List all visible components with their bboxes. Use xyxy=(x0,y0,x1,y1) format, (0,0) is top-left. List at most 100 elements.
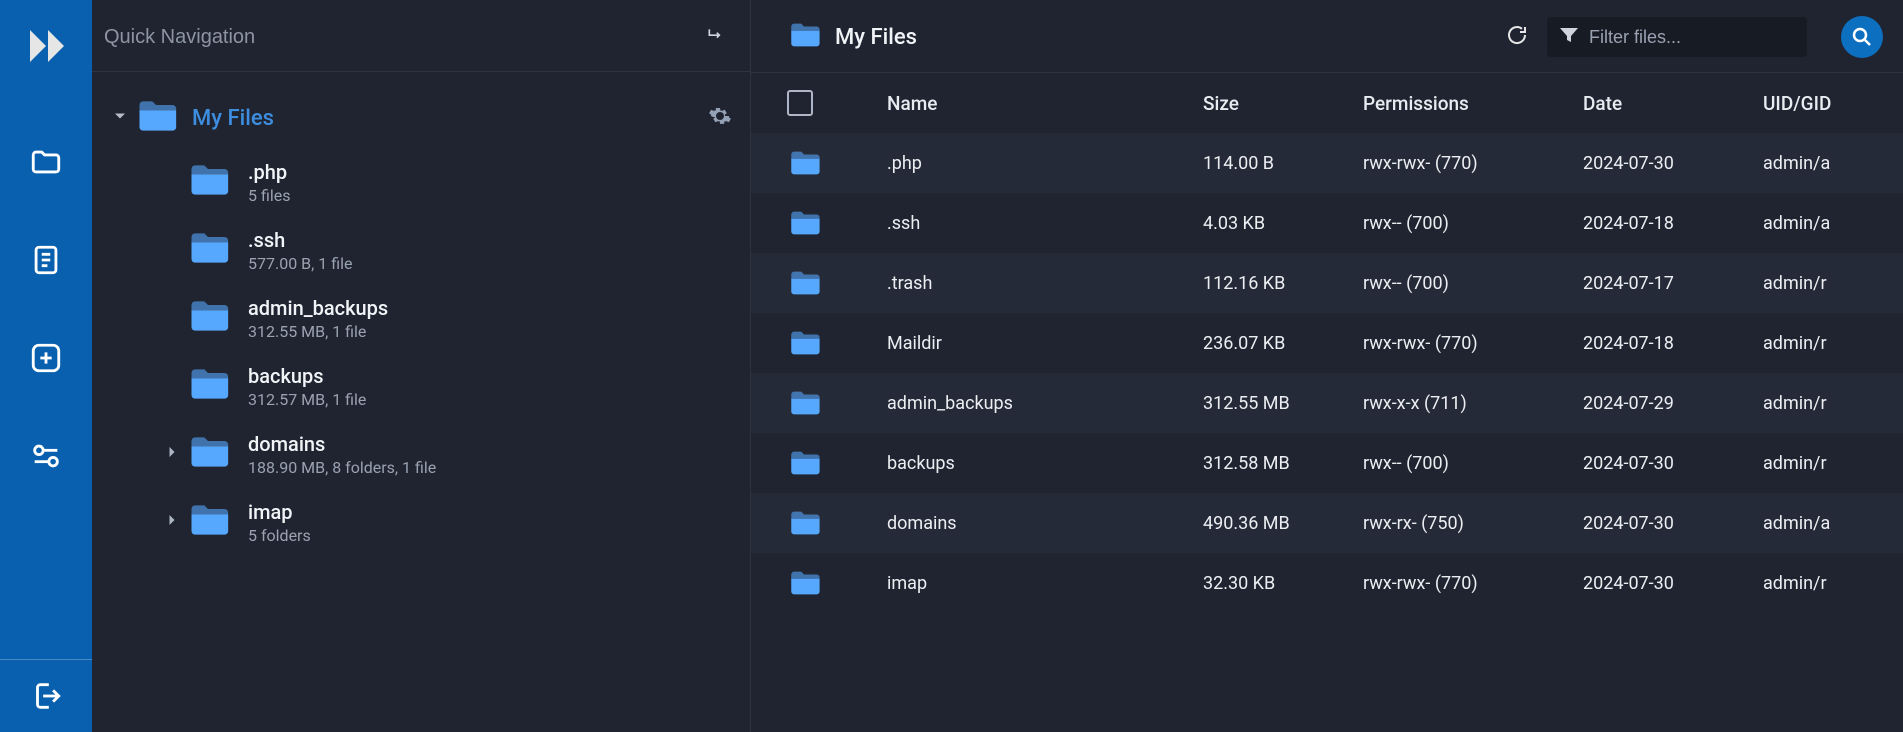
cell-size: 4.03 KB xyxy=(1203,213,1363,234)
tree-item-name: imap xyxy=(248,500,311,524)
folder-icon xyxy=(787,326,887,360)
nav-document-icon[interactable] xyxy=(28,242,64,278)
cell-perm: rwx-rwx- (770) xyxy=(1363,573,1583,594)
nav-files-icon[interactable] xyxy=(28,144,64,180)
cell-perm: rwx-rwx- (770) xyxy=(1363,153,1583,174)
caret-right-icon[interactable] xyxy=(162,442,182,466)
cell-uid: admin/r xyxy=(1763,273,1883,294)
nav-logout-icon[interactable] xyxy=(28,678,64,714)
enter-icon[interactable] xyxy=(700,26,732,50)
cell-perm: rwx-x-x (711) xyxy=(1363,393,1583,414)
tree-item[interactable]: admin_backups312.55 MB, 1 file xyxy=(104,284,738,352)
cell-date: 2024-07-30 xyxy=(1583,513,1763,534)
folder-icon xyxy=(787,386,887,420)
tree-item[interactable]: domains 188.90 MB, 8 folders, 1 file xyxy=(104,420,738,488)
folder-icon xyxy=(186,430,230,478)
folder-icon xyxy=(186,362,230,410)
breadcrumb-title: My Files xyxy=(835,25,917,50)
folder-icon xyxy=(787,266,887,300)
caret-right-icon[interactable] xyxy=(162,510,182,534)
folder-icon xyxy=(186,294,230,342)
tree-item-name: admin_backups xyxy=(248,296,388,320)
cell-size: 490.36 MB xyxy=(1203,513,1363,534)
cell-date: 2024-07-18 xyxy=(1583,333,1763,354)
nav-rail xyxy=(0,0,92,732)
search-button[interactable] xyxy=(1841,16,1883,58)
cell-date: 2024-07-30 xyxy=(1583,153,1763,174)
cell-perm: rwx-rx- (750) xyxy=(1363,513,1583,534)
tree-item[interactable]: .php 5 files xyxy=(104,148,738,216)
file-table: Name Size Permissions Date UID/GID .php1… xyxy=(751,73,1903,732)
cell-name: .trash xyxy=(887,273,1203,294)
main-panel: My Files Name Size Permissions Date UID/… xyxy=(750,0,1903,732)
tree-item-sub: 5 folders xyxy=(248,526,311,545)
cell-uid: admin/a xyxy=(1763,513,1883,534)
cell-name: imap xyxy=(887,573,1203,594)
select-all-checkbox[interactable] xyxy=(787,90,813,116)
quick-nav-input[interactable] xyxy=(100,22,700,53)
col-date[interactable]: Date xyxy=(1583,92,1763,115)
cell-uid: admin/r xyxy=(1763,333,1883,354)
cell-uid: admin/a xyxy=(1763,153,1883,174)
col-size[interactable]: Size xyxy=(1203,92,1363,115)
table-row[interactable]: imap32.30 KBrwx-rwx- (770)2024-07-30admi… xyxy=(751,553,1903,613)
cell-size: 312.58 MB xyxy=(1203,453,1363,474)
cell-name: .ssh xyxy=(887,213,1203,234)
cell-name: .php xyxy=(887,153,1203,174)
gear-icon[interactable] xyxy=(708,104,732,132)
tree-item[interactable]: backups312.57 MB, 1 file xyxy=(104,352,738,420)
tree-item-name: domains xyxy=(248,432,436,456)
app-logo[interactable] xyxy=(22,22,70,74)
tree: My Files .php 5 files .ssh577.00 B, 1 file… xyxy=(92,72,750,732)
tree-root[interactable]: My Files xyxy=(104,88,738,148)
table-row[interactable]: backups312.58 MBrwx-- (700)2024-07-30adm… xyxy=(751,433,1903,493)
cell-name: domains xyxy=(887,513,1203,534)
nav-settings-icon[interactable] xyxy=(28,438,64,474)
col-perm[interactable]: Permissions xyxy=(1363,92,1583,115)
cell-name: backups xyxy=(887,453,1203,474)
table-header: Name Size Permissions Date UID/GID xyxy=(751,73,1903,133)
tree-item-sub: 5 files xyxy=(248,186,290,205)
sidebar: My Files .php 5 files .ssh577.00 B, 1 file… xyxy=(92,0,750,732)
table-row[interactable]: Maildir236.07 KBrwx-rwx- (770)2024-07-18… xyxy=(751,313,1903,373)
folder-icon xyxy=(787,446,887,480)
tree-item-name: .php xyxy=(248,160,290,184)
table-row[interactable]: .trash112.16 KBrwx-- (700)2024-07-17admi… xyxy=(751,253,1903,313)
folder-icon xyxy=(787,566,887,600)
table-row[interactable]: admin_backups312.55 MBrwx-x-x (711)2024-… xyxy=(751,373,1903,433)
refresh-icon[interactable] xyxy=(1501,19,1533,55)
cell-size: 236.07 KB xyxy=(1203,333,1363,354)
col-uid[interactable]: UID/GID xyxy=(1763,92,1883,115)
cell-date: 2024-07-29 xyxy=(1583,393,1763,414)
table-row[interactable]: .php114.00 Brwx-rwx- (770)2024-07-30admi… xyxy=(751,133,1903,193)
folder-icon xyxy=(787,506,887,540)
cell-perm: rwx-rwx- (770) xyxy=(1363,333,1583,354)
tree-item[interactable]: .ssh577.00 B, 1 file xyxy=(104,216,738,284)
quick-nav-row xyxy=(92,0,750,72)
folder-icon xyxy=(134,94,178,142)
nav-add-icon[interactable] xyxy=(28,340,64,376)
table-row[interactable]: domains490.36 MBrwx-rx- (750)2024-07-30a… xyxy=(751,493,1903,553)
folder-icon xyxy=(787,18,821,56)
cell-uid: admin/a xyxy=(1763,213,1883,234)
folder-icon xyxy=(787,206,887,240)
tree-item[interactable]: imap 5 folders xyxy=(104,488,738,556)
cell-date: 2024-07-30 xyxy=(1583,573,1763,594)
cell-size: 114.00 B xyxy=(1203,153,1363,174)
filter-icon[interactable] xyxy=(1557,23,1589,51)
tree-item-sub: 188.90 MB, 8 folders, 1 file xyxy=(248,458,436,477)
tree-item-name: .ssh xyxy=(248,228,352,252)
cell-name: admin_backups xyxy=(887,393,1203,414)
tree-item-sub: 312.57 MB, 1 file xyxy=(248,390,366,409)
cell-perm: rwx-- (700) xyxy=(1363,273,1583,294)
cell-date: 2024-07-18 xyxy=(1583,213,1763,234)
col-name[interactable]: Name xyxy=(887,92,1203,115)
cell-uid: admin/r xyxy=(1763,453,1883,474)
cell-date: 2024-07-30 xyxy=(1583,453,1763,474)
cell-size: 112.16 KB xyxy=(1203,273,1363,294)
filter-input[interactable] xyxy=(1589,27,1821,48)
caret-down-icon[interactable] xyxy=(110,106,128,130)
folder-icon xyxy=(787,146,887,180)
cell-uid: admin/r xyxy=(1763,573,1883,594)
table-row[interactable]: .ssh4.03 KBrwx-- (700)2024-07-18admin/a xyxy=(751,193,1903,253)
